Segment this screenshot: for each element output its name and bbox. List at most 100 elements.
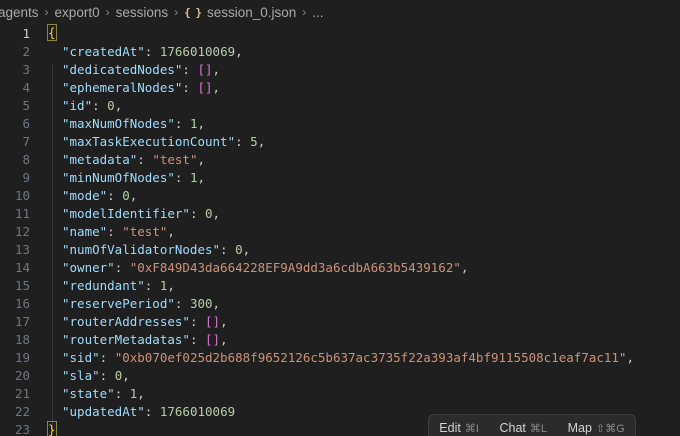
code-line[interactable]: 3 "dedicatedNodes": [], (0, 60, 680, 78)
line-number: 12 (14, 223, 30, 239)
edit-label: Edit (439, 421, 461, 435)
code-content: "sid": "0xb070ef025d2b688f9652126c5b637a… (62, 349, 634, 365)
line-number: 16 (14, 295, 30, 311)
line-number: 1 (22, 25, 30, 41)
json-key: "id" (62, 97, 93, 113)
chevron-right-icon: › (302, 5, 307, 19)
code-content: "metadata": "test", (62, 151, 206, 167)
line-number: 10 (14, 187, 30, 203)
json-value: 0 (122, 187, 130, 203)
code-line[interactable]: 17 "routerAddresses": [], (0, 312, 680, 330)
code-content: "createdAt": 1766010069, (62, 43, 243, 59)
code-line[interactable]: 1{ (0, 24, 680, 42)
json-value: [] (205, 331, 221, 347)
json-key: "mode" (62, 187, 108, 203)
code-content: "routerMetadatas": [], (62, 331, 228, 347)
chat-button[interactable]: Chat ⌘L (499, 421, 547, 435)
line-number: 7 (22, 133, 30, 149)
json-value: 0 (205, 205, 213, 221)
code-line[interactable]: 14 "owner": "0xF849D43da664228EF9A9dd3a6c… (0, 258, 680, 276)
code-line[interactable]: 2 "createdAt": 1766010069, (0, 42, 680, 60)
code-line[interactable]: 19 "sid": "0xb070ef025d2b688f9652126c5b63… (0, 348, 680, 366)
json-value: 5 (250, 133, 258, 149)
json-key: "numOfValidatorNodes" (62, 241, 221, 257)
code-line[interactable]: 11 "modelIdentifier": 0, (0, 204, 680, 222)
json-value: 1766010069 (159, 43, 236, 59)
code-content: "maxNumOfNodes": 1, (62, 115, 206, 131)
json-key: "name" (62, 223, 108, 239)
json-key: "updatedAt" (62, 403, 145, 419)
code-line[interactable]: 10 "mode": 0, (0, 186, 680, 204)
line-number: 20 (14, 367, 30, 383)
json-key: "sla" (62, 367, 100, 383)
line-number: 17 (14, 313, 30, 329)
code-line[interactable]: 20 "sla": 0, (0, 366, 680, 384)
code-content: "id": 0, (62, 97, 123, 113)
chat-shortcut: ⌘L (529, 422, 547, 435)
chevron-right-icon: › (44, 5, 49, 19)
json-value: "test" (152, 151, 198, 167)
json-value: [] (205, 313, 221, 329)
code-content: { (47, 24, 680, 41)
line-number: 4 (22, 79, 30, 95)
code-line[interactable]: 9 "minNumOfNodes": 1, (0, 168, 680, 186)
json-value: 0 (235, 241, 243, 257)
chat-label: Chat (499, 421, 526, 435)
map-button[interactable]: Map ⇧⌘G (568, 421, 625, 435)
json-value: "test" (122, 223, 168, 239)
json-key: "modelIdentifier" (62, 205, 190, 221)
breadcrumb-item-sessions[interactable]: sessions (116, 5, 169, 20)
line-number: 23 (14, 421, 30, 436)
code-content: "name": "test", (62, 223, 175, 239)
code-content: "routerAddresses": [], (62, 313, 228, 329)
code-line[interactable]: 21 "state": 1, (0, 384, 680, 402)
edit-button[interactable]: Edit ⌘I (439, 421, 479, 435)
breadcrumb-item-export0[interactable]: export0 (55, 5, 100, 20)
code-line[interactable]: 12 "name": "test", (0, 222, 680, 240)
close-brace: } (47, 420, 57, 436)
line-number: 5 (22, 97, 30, 113)
breadcrumb-item-agents[interactable]: agents (0, 5, 39, 20)
map-shortcut: ⇧⌘G (595, 422, 625, 435)
code-line[interactable]: 6 "maxNumOfNodes": 1, (0, 114, 680, 132)
json-value: 1766010069 (159, 403, 236, 419)
code-content: "mode": 0, (62, 187, 138, 203)
line-number: 8 (22, 151, 30, 167)
code-line[interactable]: 7 "maxTaskExecutionCount": 5, (0, 132, 680, 150)
code-line[interactable]: 15 "redundant": 1, (0, 276, 680, 294)
json-value: [] (197, 61, 213, 77)
json-file-icon: { } (184, 5, 202, 19)
code-line[interactable]: 5 "id": 0, (0, 96, 680, 114)
json-key: "reservePeriod" (62, 295, 175, 311)
code-line[interactable]: 16 "reservePeriod": 300, (0, 294, 680, 312)
breadcrumb-item-symbol[interactable]: ... (312, 5, 323, 20)
breadcrumb: agents › export0 › sessions › { } sessio… (0, 0, 680, 24)
json-key: "maxNumOfNodes" (62, 115, 175, 131)
code-content: "dedicatedNodes": [], (62, 61, 221, 77)
json-key: "maxTaskExecutionCount" (62, 133, 236, 149)
line-number: 11 (14, 205, 30, 221)
line-number: 15 (14, 277, 30, 293)
json-key: "redundant" (62, 277, 145, 293)
code-content: "owner": "0xF849D43da664228EF9A9dd3a6cdb… (62, 259, 469, 275)
code-editor[interactable]: 1{2 "createdAt": 1766010069, 3 "dedicatedNo… (0, 24, 680, 436)
json-key: "createdAt" (62, 43, 145, 59)
line-number: 18 (14, 331, 30, 347)
line-number: 2 (22, 43, 30, 59)
code-content: "maxTaskExecutionCount": 5, (62, 133, 266, 149)
code-content: "sla": 0, (62, 367, 130, 383)
json-value: "0xb070ef025d2b688f9652126c5b637ac3735f2… (114, 349, 627, 365)
json-key: "sid" (62, 349, 100, 365)
json-key: "minNumOfNodes" (62, 169, 175, 185)
code-content: "minNumOfNodes": 1, (62, 169, 206, 185)
code-line[interactable]: 8 "metadata": "test", (0, 150, 680, 168)
breadcrumb-item-file[interactable]: session_0.json (207, 5, 296, 20)
code-line[interactable]: 13 "numOfValidatorNodes": 0, (0, 240, 680, 258)
json-value: 300 (189, 295, 213, 311)
code-line[interactable]: 4 "ephemeralNodes": [], (0, 78, 680, 96)
code-content: "redundant": 1, (62, 277, 175, 293)
code-line[interactable]: 18 "routerMetadatas": [], (0, 330, 680, 348)
floating-toolbar: Edit ⌘I Chat ⌘L Map ⇧⌘G (428, 414, 636, 436)
code-content: "state": 1, (62, 385, 145, 401)
line-number: 9 (22, 169, 30, 185)
